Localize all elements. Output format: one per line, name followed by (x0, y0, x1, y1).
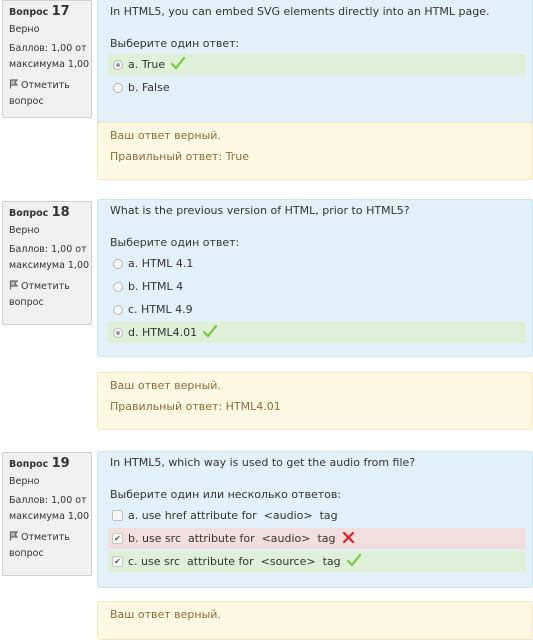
answer-checkbox[interactable]: ✔ (112, 533, 123, 544)
flag-line-1: Отметить (21, 532, 70, 543)
feedback-text: Ваш ответ верный. (110, 379, 221, 392)
answer-option[interactable]: ✔ c. use src attribute for <source> tag (108, 551, 526, 572)
question-outcome: Ваш ответ верный. Правильный ответ: HTML4… (97, 372, 533, 430)
check-mark-icon (202, 324, 218, 345)
grade-line-1: Баллов: 1,00 от (9, 495, 87, 506)
answer-label: c. HTML 4.9 (128, 303, 193, 316)
check-mark-icon (171, 56, 186, 77)
question-state: Верно (9, 476, 40, 487)
grade-line-2: максимума 1,00 (9, 260, 90, 271)
question-formulation: What is the previous version of HTML, pr… (97, 199, 533, 357)
question-grade: Баллов: 1,00 от максимума 1,00 (9, 41, 91, 73)
answer-prompt: Выберите один ответ: (110, 236, 240, 249)
flag-question-link[interactable]: Отметить вопрос (9, 530, 91, 562)
answer-radio[interactable] (113, 282, 123, 292)
answer-option[interactable]: a. use href attribute for <audio> tag (108, 505, 526, 526)
answer-label: a. True (128, 58, 166, 71)
answer-option[interactable]: ✔ b. use src attribute for <audio> tag (108, 528, 526, 549)
grade-line-2: максимума 1,00 (9, 59, 90, 70)
question-label: Вопрос (9, 7, 49, 18)
flag-line-2: вопрос (9, 297, 44, 308)
answer-option[interactable]: a. HTML 4.1 (108, 253, 526, 274)
question-grade: Баллов: 1,00 от максимума 1,00 (9, 493, 91, 525)
answer-label: a. use href attribute for <audio> tag (128, 509, 338, 522)
flag-line-2: вопрос (9, 96, 44, 107)
question-number-value: 18 (51, 205, 70, 220)
flag-icon (9, 280, 19, 290)
question-state: Верно (9, 225, 40, 236)
question-text: What is the previous version of HTML, pr… (110, 204, 410, 217)
question-formulation: In HTML5, which way is used to get the a… (97, 451, 533, 588)
grade-line-1: Баллов: 1,00 от (9, 43, 87, 54)
question-number-value: 17 (51, 4, 70, 19)
question-number: Вопрос 18 (9, 205, 91, 221)
question-state: Верно (9, 24, 40, 35)
answer-label: b. HTML 4 (128, 280, 184, 293)
answer-radio[interactable] (113, 259, 123, 269)
answer-label: b. use src attribute for <audio> tag (128, 532, 336, 545)
question-outcome: Ваш ответ верный. Правильный ответ: True (97, 122, 533, 180)
question-info: Вопрос 19 Верно Баллов: 1,00 от максимума 1… (2, 452, 92, 576)
right-answer-text: Правильный ответ: HTML4.01 (110, 400, 281, 413)
question-info: Вопрос 18 Верно Баллов: 1,00 от максимума 1… (2, 201, 92, 325)
grade-line-1: Баллов: 1,00 от (9, 244, 87, 255)
feedback-text: Ваш ответ верный. (110, 608, 221, 621)
answer-list: a. HTML 4.1 b. HTML 4 c. HTML 4.9 d. HTML4.… (108, 253, 526, 343)
question-number: Вопрос 19 (9, 456, 91, 472)
answer-option[interactable]: d. HTML4.01 (108, 322, 526, 343)
question-number-value: 19 (51, 456, 70, 471)
answer-label: a. HTML 4.1 (128, 257, 194, 270)
flag-icon (9, 531, 19, 541)
answer-radio[interactable] (113, 83, 123, 93)
feedback-text: Ваш ответ верный. (110, 129, 221, 142)
check-mark-icon (346, 553, 361, 574)
answer-list: a. True b. False (108, 54, 526, 98)
question-text: In HTML5, which way is used to get the a… (110, 456, 416, 469)
answer-label: d. HTML4.01 (128, 326, 198, 339)
right-answer-text: Правильный ответ: True (110, 150, 250, 163)
flag-line-1: Отметить (21, 281, 70, 292)
question-formulation: In HTML5, you can embed SVG elements dir… (97, 0, 533, 134)
answer-label: b. False (128, 81, 170, 94)
answer-checkbox[interactable] (112, 510, 123, 521)
answer-option[interactable]: b. HTML 4 (108, 276, 526, 297)
question-grade: Баллов: 1,00 от максимума 1,00 (9, 242, 91, 274)
answer-prompt: Выберите один ответ: (110, 37, 240, 50)
answer-radio[interactable] (113, 305, 123, 315)
question-outcome: Ваш ответ верный. (97, 601, 533, 640)
grade-line-2: максимума 1,00 (9, 511, 90, 522)
question-text: In HTML5, you can embed SVG elements dir… (110, 5, 490, 18)
answer-radio[interactable] (113, 60, 123, 70)
flag-icon (9, 79, 19, 89)
answer-checkbox[interactable]: ✔ (112, 556, 123, 567)
answer-label: c. use src attribute for <source> tag (128, 555, 341, 568)
question-label: Вопрос (9, 208, 49, 219)
answer-option[interactable]: c. HTML 4.9 (108, 299, 526, 320)
question-info: Вопрос 17 Верно Баллов: 1,00 от максимума 1… (2, 0, 92, 118)
flag-line-2: вопрос (9, 548, 44, 559)
question-number: Вопрос 17 (9, 4, 91, 20)
cross-mark-icon (342, 530, 356, 551)
answer-prompt: Выберите один или несколько ответов: (110, 488, 342, 501)
flag-question-link[interactable]: Отметить вопрос (9, 279, 91, 311)
flag-question-link[interactable]: Отметить вопрос (9, 78, 91, 110)
answer-option[interactable]: b. False (108, 77, 526, 98)
answer-option[interactable]: a. True (108, 54, 526, 75)
question-label: Вопрос (9, 459, 49, 470)
flag-line-1: Отметить (21, 80, 70, 91)
answer-radio[interactable] (113, 328, 123, 338)
answer-list: a. use href attribute for <audio> tag ✔ b.… (108, 505, 526, 572)
